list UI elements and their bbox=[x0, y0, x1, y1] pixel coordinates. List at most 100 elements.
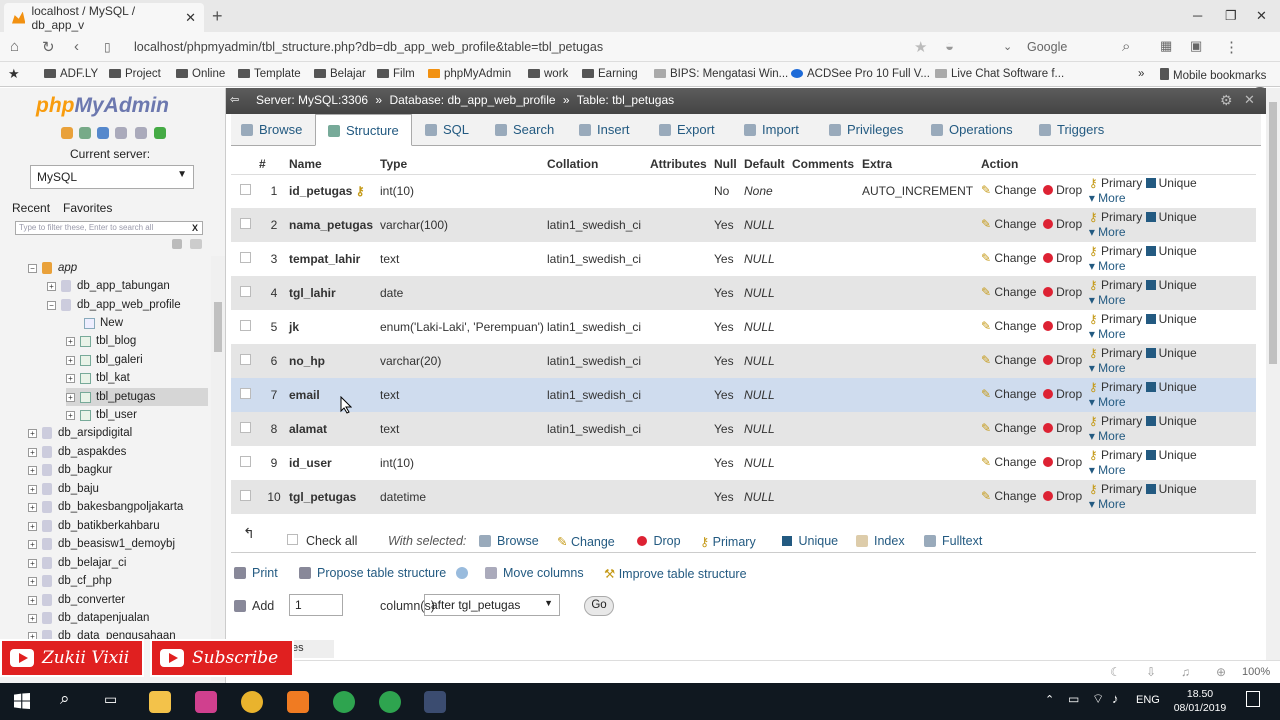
bookmark-template[interactable]: Template bbox=[238, 68, 301, 80]
extension2-icon[interactable]: ▣ bbox=[1190, 38, 1202, 54]
home-icon[interactable] bbox=[61, 127, 73, 139]
bookmark-belajar[interactable]: Belajar bbox=[314, 68, 366, 80]
settings-gear-icon[interactable]: ⚙ bbox=[1220, 92, 1233, 109]
more-dropdown[interactable]: ▾ More bbox=[1089, 327, 1126, 341]
extension-icon[interactable]: ▦ bbox=[1160, 38, 1172, 54]
more-dropdown[interactable]: ▾ More bbox=[1089, 395, 1126, 409]
row-checkbox[interactable] bbox=[240, 320, 251, 331]
row-checkbox[interactable] bbox=[240, 286, 251, 297]
clear-filter-icon[interactable]: X bbox=[192, 223, 198, 233]
tree-node-db[interactable]: − db_app_web_profile bbox=[47, 296, 181, 314]
table-row[interactable]: 5 jk enum('Laki-Laki', 'Perempuan') latin1_… bbox=[231, 310, 1256, 344]
unique-button[interactable]: Unique bbox=[1145, 278, 1197, 292]
bookmark-work[interactable]: work bbox=[528, 68, 568, 80]
tree-node-db[interactable]: + db_beasisw1_demoybj bbox=[28, 535, 175, 553]
tab-import[interactable]: Import bbox=[744, 122, 799, 137]
col-header-comments[interactable]: Comments bbox=[792, 154, 862, 175]
go-button[interactable]: Go bbox=[584, 596, 614, 616]
download-icon[interactable]: ⇩ bbox=[1146, 665, 1156, 679]
bulk-index-button[interactable]: Index bbox=[856, 534, 905, 548]
tree-node-db[interactable]: + db_belajar_ci bbox=[28, 554, 126, 572]
col-header-null[interactable]: Null bbox=[714, 154, 744, 175]
subscribe-button[interactable]: Subscribe bbox=[150, 639, 294, 677]
tab-triggers[interactable]: Triggers bbox=[1039, 122, 1104, 137]
unique-button[interactable]: Unique bbox=[1145, 346, 1197, 360]
more-dropdown[interactable]: ▾ More bbox=[1089, 259, 1126, 273]
unique-button[interactable]: Unique bbox=[1145, 176, 1197, 190]
tree-node-db[interactable]: + db_batikberkahbaru bbox=[28, 517, 160, 535]
zoom-level[interactable]: 100% bbox=[1242, 666, 1270, 678]
primary-button[interactable]: ⚷ Primary bbox=[1089, 380, 1142, 394]
tray-chevron-icon[interactable]: ⌃ bbox=[1045, 693, 1054, 706]
drop-button[interactable]: Drop bbox=[1043, 353, 1082, 367]
chrome-icon[interactable] bbox=[241, 691, 263, 713]
print-link[interactable]: Print bbox=[234, 566, 278, 580]
add-column-count-input[interactable]: 1 bbox=[289, 594, 343, 616]
tab-export[interactable]: Export bbox=[659, 122, 715, 137]
drop-button[interactable]: Drop bbox=[1043, 251, 1082, 265]
breadcrumb-database[interactable]: Database: db_app_web_profile bbox=[389, 93, 555, 107]
logout-icon[interactable] bbox=[79, 127, 91, 139]
primary-button[interactable]: ⚷ Primary bbox=[1089, 312, 1142, 326]
wifi-icon[interactable]: ⌔ bbox=[1092, 691, 1104, 707]
table-row[interactable]: 8 alamat text latin1_swedish_ci Yes NULL ✎ Cha… bbox=[231, 412, 1256, 446]
refresh-icon[interactable] bbox=[154, 127, 166, 139]
primary-button[interactable]: ⚷ Primary bbox=[1089, 346, 1142, 360]
tab-operations[interactable]: Operations bbox=[931, 122, 1013, 137]
change-button[interactable]: ✎ Change bbox=[981, 183, 1036, 197]
reload-icon[interactable]: ↻ bbox=[42, 38, 55, 56]
bulk-primary-button[interactable]: ⚷ Primary bbox=[700, 534, 756, 549]
row-checkbox[interactable] bbox=[240, 184, 251, 196]
search-engine-field[interactable]: Google bbox=[1027, 40, 1067, 54]
tree-node-table-selected[interactable]: + tbl_petugas bbox=[66, 388, 208, 406]
tree-node-new[interactable]: New bbox=[84, 314, 123, 332]
change-button[interactable]: ✎ Change bbox=[981, 489, 1036, 503]
menu-icon[interactable]: ⋮ bbox=[1224, 38, 1239, 56]
table-row[interactable]: 3 tempat_lahir text latin1_swedish_ci Yes NUL… bbox=[231, 242, 1256, 276]
more-dropdown[interactable]: ▾ More bbox=[1089, 225, 1126, 239]
app2-icon[interactable] bbox=[333, 691, 355, 713]
primary-button[interactable]: ⚷ Primary bbox=[1089, 278, 1142, 292]
tree-node-app[interactable]: − app bbox=[28, 259, 77, 277]
more-dropdown[interactable]: ▾ More bbox=[1089, 463, 1126, 477]
bulk-drop-button[interactable]: Drop bbox=[637, 534, 681, 548]
tab-search[interactable]: Search bbox=[495, 122, 554, 137]
phpmyadmin-logo[interactable]: phpMyAdmin bbox=[36, 94, 169, 118]
bookmark-acdsee[interactable]: ACDSee Pro 10 Full V... bbox=[791, 68, 930, 80]
link-icon[interactable] bbox=[190, 239, 202, 249]
propose-structure-link[interactable]: Propose table structure bbox=[299, 566, 468, 580]
unique-button[interactable]: Unique bbox=[1145, 380, 1197, 394]
server-select[interactable]: MySQL ▼ bbox=[30, 165, 194, 189]
tab-recent[interactable]: Recent bbox=[12, 201, 50, 215]
bookmark-livechat[interactable]: Live Chat Software f... bbox=[935, 68, 1064, 80]
change-button[interactable]: ✎ Change bbox=[981, 251, 1036, 265]
change-button[interactable]: ✎ Change bbox=[981, 353, 1036, 367]
star-icon[interactable]: ★ bbox=[914, 38, 927, 56]
home-icon[interactable]: ⌂ bbox=[10, 38, 19, 55]
tree-node-db[interactable]: + db_aspakdes bbox=[28, 443, 126, 461]
url-input[interactable]: localhost/phpmyadmin/tbl_structure.php?d… bbox=[134, 40, 603, 54]
check-all[interactable]: Check all bbox=[287, 534, 357, 548]
table-row[interactable]: 6 no_hp varchar(20) latin1_swedish_ci Yes NUL… bbox=[231, 344, 1256, 378]
tree-node-db[interactable]: + db_app_tabungan bbox=[47, 277, 170, 295]
tree-node-db[interactable]: + db_datapenjualan bbox=[28, 609, 149, 627]
bookmark-bips[interactable]: BIPS: Mengatasi Win... bbox=[654, 68, 788, 80]
tree-node-db[interactable]: + db_converter bbox=[28, 591, 125, 609]
primary-button[interactable]: ⚷ Primary bbox=[1089, 176, 1142, 190]
drop-button[interactable]: Drop bbox=[1043, 455, 1082, 469]
change-button[interactable]: ✎ Change bbox=[981, 285, 1036, 299]
language-indicator[interactable]: ENG bbox=[1136, 694, 1160, 706]
close-window-icon[interactable]: ✕ bbox=[1256, 8, 1267, 24]
bookmark-star-icon[interactable]: ★ bbox=[8, 66, 20, 82]
bookmark-earning[interactable]: Earning bbox=[582, 68, 638, 80]
tree-node-db[interactable]: + db_baju bbox=[28, 480, 99, 498]
maximize-icon[interactable]: ❐ bbox=[1225, 8, 1237, 24]
col-header-name[interactable]: Name bbox=[289, 154, 380, 175]
search-icon[interactable]: ⌕ bbox=[1122, 38, 1130, 55]
table-row[interactable]: 10 tgl_petugas datetime Yes NULL ✎ Change Dro… bbox=[231, 480, 1256, 514]
tree-node-table[interactable]: + tbl_galeri bbox=[66, 351, 143, 369]
tab-privileges[interactable]: Privileges bbox=[829, 122, 903, 137]
drop-button[interactable]: Drop bbox=[1043, 387, 1082, 401]
drop-button[interactable]: Drop bbox=[1043, 421, 1082, 435]
breadcrumb-server[interactable]: Server: MySQL:3306 bbox=[256, 93, 368, 107]
